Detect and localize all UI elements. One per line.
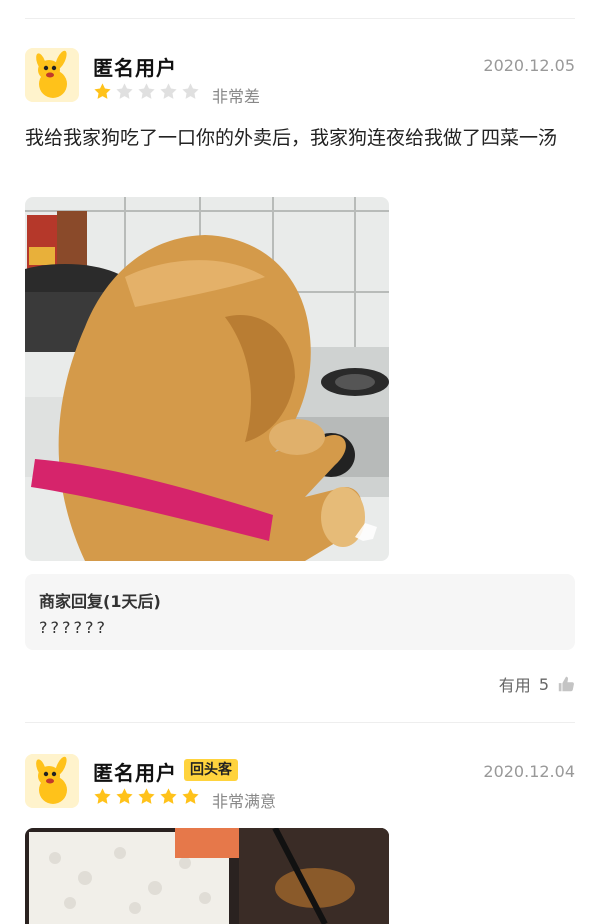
star-rating: [93, 82, 200, 102]
merchant-reply-content: ??????: [39, 618, 108, 637]
review-photo[interactable]: [25, 828, 389, 924]
useful-count: 5: [538, 674, 549, 694]
review-date: 2020.12.04: [483, 762, 575, 781]
review-photo[interactable]: [25, 197, 389, 561]
rating-text: 非常满意: [212, 792, 277, 811]
star-empty-icon: [160, 83, 177, 99]
star-filled-icon: [160, 788, 177, 804]
review-text: 我给我家狗吃了一口你的外卖后，我家狗连夜给我做了四菜一汤: [25, 127, 558, 149]
avatar[interactable]: [25, 48, 79, 102]
rating-text: 非常差: [212, 87, 261, 106]
repeat-customer-badge: 回头客: [184, 759, 238, 781]
top-divider: [25, 18, 575, 19]
star-filled-icon: [94, 788, 111, 804]
food-photo: [25, 828, 389, 924]
useful-label: 有用: [498, 676, 531, 695]
star-empty-icon: [138, 83, 155, 99]
dog-mascot-icon: [25, 48, 79, 102]
star-filled-icon: [138, 788, 155, 804]
star-filled-icon: [116, 788, 133, 804]
merchant-reply-title: 商家回复(1天后): [39, 592, 161, 611]
username: 匿名用户: [93, 761, 177, 785]
star-rating: [93, 787, 200, 807]
star-empty-icon: [116, 83, 133, 99]
username: 匿名用户: [93, 56, 177, 80]
star-empty-icon: [182, 83, 199, 99]
star-filled-icon: [182, 788, 199, 804]
star-filled-icon: [94, 83, 111, 99]
merchant-reply: 商家回复(1天后) ??????: [25, 574, 575, 650]
thumbs-up-icon[interactable]: [557, 675, 575, 693]
useful-button[interactable]: 有用 5: [499, 672, 575, 696]
review-divider: [25, 722, 575, 723]
review-date: 2020.12.05: [483, 56, 575, 75]
dog-cooking-photo: [25, 197, 389, 561]
